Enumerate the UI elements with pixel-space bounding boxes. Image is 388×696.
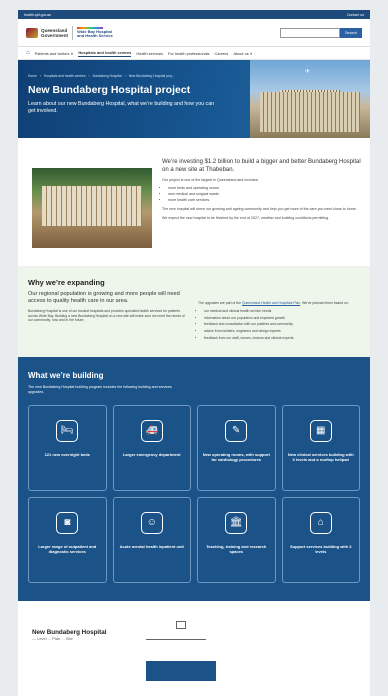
feature-card: ⌂ Support services building with 3 levels — [281, 496, 360, 583]
section-heading: What we’re building — [28, 370, 104, 380]
top-bar: health.qld.gov.au Contact us — [18, 10, 370, 19]
hero-banner: Home › Hospitals and health centres › Bund… — [18, 60, 370, 138]
hero-description: Learn about our new Bundaberg Hospital, … — [28, 101, 215, 114]
services-building-icon: ⌂ — [309, 511, 332, 534]
plan-link[interactable]: Queensland Health and Hospitals Plan — [242, 301, 300, 305]
feature-card: ✎ New operating rooms, with support for c… — [197, 404, 276, 491]
feature-card: 🛏 121 new overnight beds — [28, 404, 107, 491]
hospital-render-image: ✈ — [250, 60, 370, 138]
nav-health-services[interactable]: Health services — [136, 51, 163, 56]
search-form: Search — [280, 27, 362, 38]
feature-card: 🚑 Larger emergency department — [112, 404, 191, 491]
site-plan-diagram — [136, 620, 226, 681]
search-button[interactable]: Search — [340, 27, 362, 38]
head-icon: ☺ — [140, 511, 163, 534]
feature-card: ☺ Acute mental health inpatient unit — [112, 496, 191, 583]
nav-health-professionals[interactable]: For health professionals — [168, 51, 210, 56]
main-nav: ⌂ Patients and visitors ∨ Hospitals and … — [18, 47, 370, 60]
institution-icon: 🏛 — [225, 511, 248, 534]
page: health.qld.gov.au Contact us Queensland G… — [18, 10, 370, 696]
feature-grid: 🛏 121 new overnight beds 🚑 Larger emergenc… — [28, 404, 360, 583]
why-list: our medical and clinical health service … — [198, 309, 360, 341]
nav-careers[interactable]: Careers — [215, 51, 229, 56]
xray-icon: ◙ — [56, 511, 79, 534]
crest-icon — [26, 27, 38, 38]
bed-icon: 🛏 — [56, 419, 79, 442]
scalpel-icon: ✎ — [225, 419, 248, 442]
why-expanding-section: Why we’re expanding Our regional populat… — [18, 267, 370, 357]
what-building-section: What we’re building The new Bundaberg Ho… — [18, 356, 370, 601]
contact-link[interactable]: Contact us — [347, 13, 364, 17]
search-input[interactable] — [280, 27, 340, 38]
intro-lead: We’re investing $1.2 billion to build a … — [162, 159, 361, 173]
section-heading: Why we’re expanding — [28, 278, 105, 287]
hhs-logo[interactable]: Wide Bay Hospital and Health Service — [77, 26, 113, 39]
site-plan-section: New Bundaberg Hospital — Level ... Plan … — [18, 601, 370, 696]
home-icon[interactable]: ⌂ — [26, 50, 30, 56]
feature-card: ◙ Larger range of outpatient and diagnost… — [28, 496, 107, 583]
feature-card: 🏛 Teaching, training and research spaces — [197, 496, 276, 583]
feature-card: ▦ New clinical services building with 6 l… — [281, 404, 360, 491]
nav-patients[interactable]: Patients and visitors ∨ — [35, 51, 74, 56]
hospital-entrance-image — [32, 168, 152, 248]
queensland-government-logo[interactable]: Queensland Government — [26, 27, 68, 38]
nav-about[interactable]: About us ∨ — [233, 51, 252, 56]
site-link[interactable]: health.qld.gov.au — [24, 13, 51, 17]
site-header: Queensland Government Wide Bay Hospital an… — [18, 19, 370, 47]
building-icon: ▦ — [309, 419, 332, 442]
intro-section: We’re investing $1.2 billion to build a … — [18, 138, 370, 267]
intro-list: more beds and operating rooms new medica… — [162, 186, 362, 203]
ambulance-icon: 🚑 — [140, 419, 163, 442]
nav-hospitals[interactable]: Hospitals and health centres — [78, 50, 132, 57]
